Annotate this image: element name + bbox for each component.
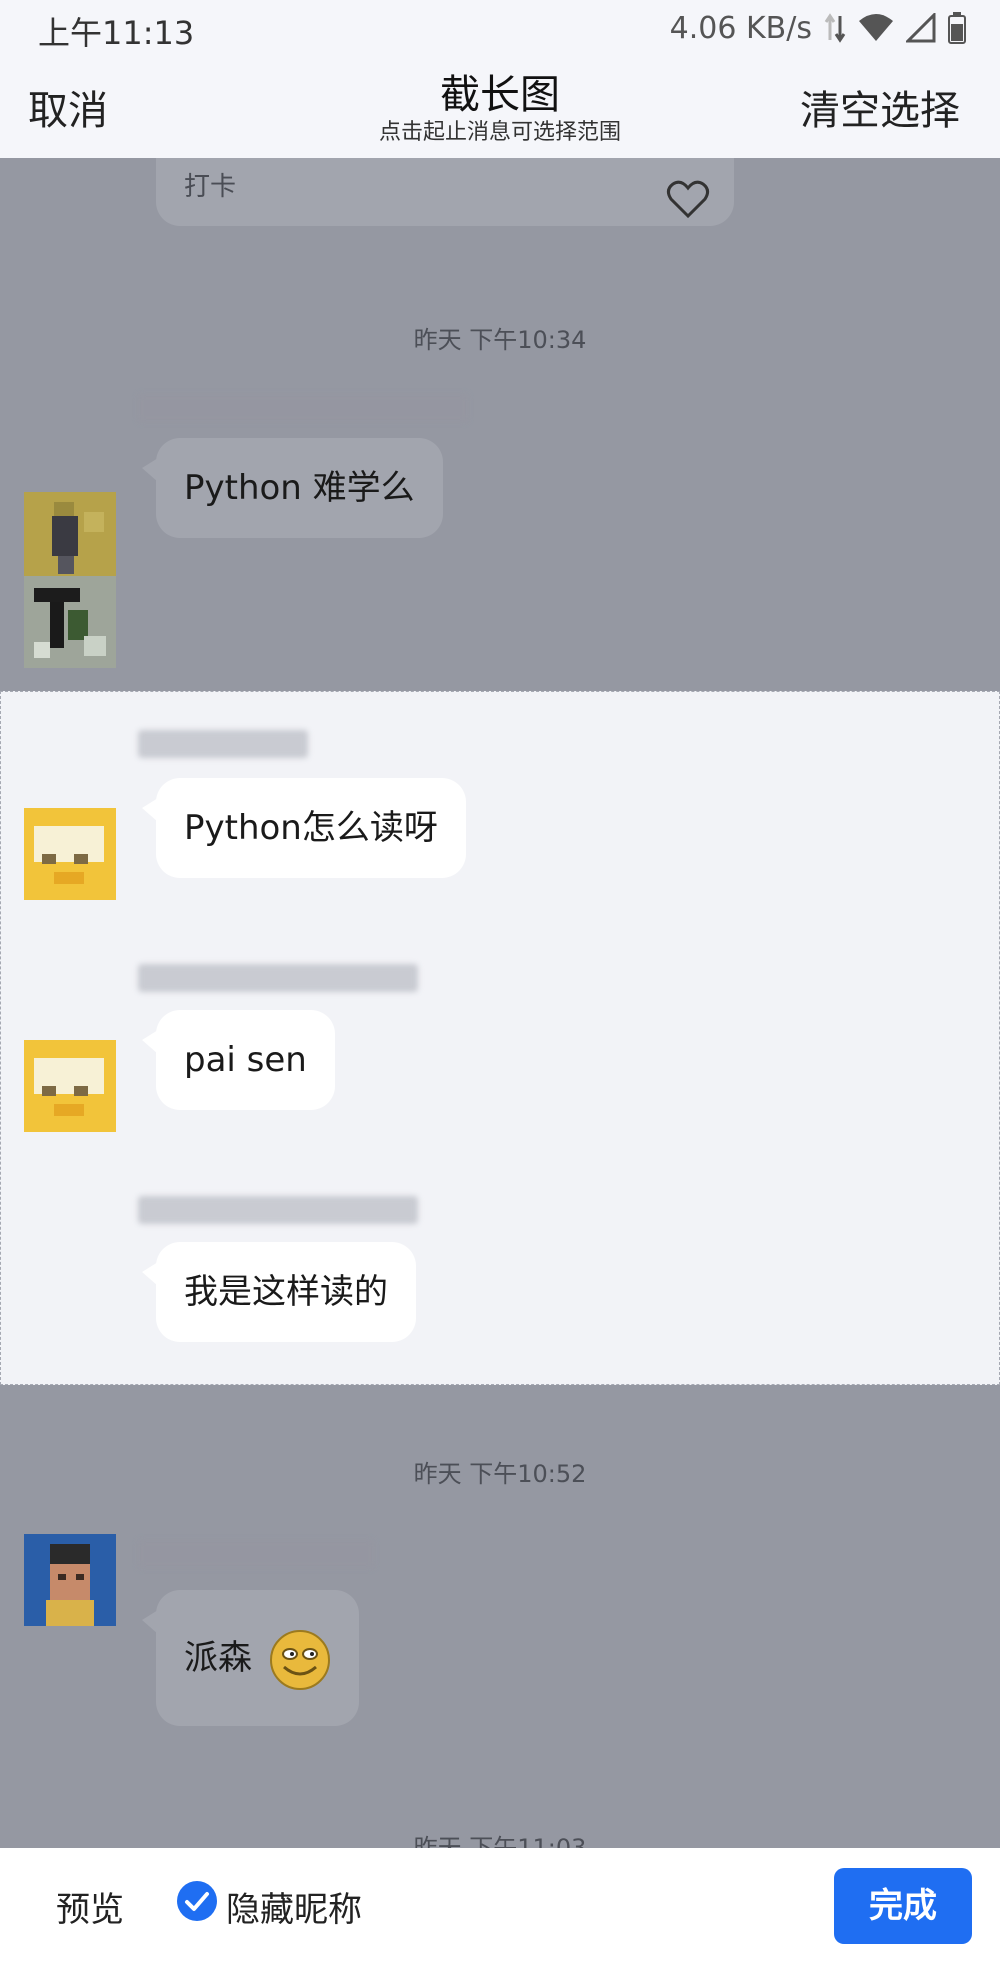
avatar[interactable] [24,1534,116,1626]
card-label: 打卡 [184,172,237,202]
preview-button[interactable]: 预览 [56,1882,124,1931]
nickname-blurred [138,964,418,992]
message-text: 我是这样读的 [184,1272,388,1312]
timestamp: 昨天 下午11:03 [413,1834,587,1848]
nickname-blurred [138,394,468,422]
avatar[interactable] [24,808,116,900]
message-text: Python 难学么 [184,468,415,508]
message-bubble[interactable]: 我是这样读的 [142,1242,416,1342]
message-bubble[interactable]: 派森 [142,1590,359,1726]
nickname-blurred [138,730,308,758]
message-text: pai sen [184,1040,307,1080]
hide-nickname-label[interactable]: 隐藏昵称 [226,1882,362,1931]
nickname-blurred [138,1196,418,1224]
bottom-bar: 预览 隐藏昵称 完成 [0,1848,1000,1962]
message-text: Python怎么读呀 [184,808,438,848]
done-button[interactable]: 完成 [834,1868,972,1944]
signal-icon [906,13,936,43]
grin-emoji-icon [269,1629,330,1690]
checkbox-checked-icon[interactable] [176,1880,218,1922]
nickname-blurred [138,1540,374,1568]
status-time: 上午11:13 [38,14,195,52]
wifi-icon [859,14,893,41]
message-bubble[interactable]: pai sen [142,1010,335,1110]
avatar[interactable] [24,492,116,584]
status-bar: 上午11:13 4.06 KB/s [0,0,1000,56]
battery-icon [948,12,966,44]
message-bubble[interactable]: Python 难学么 [142,438,443,538]
checkin-card[interactable]: 打卡 [156,158,734,226]
timestamp: 昨天 下午10:52 [413,1460,587,1488]
top-bar: 取消 截长图 点击起止消息可选择范围 清空选择 [0,56,1000,158]
net-speed: 4.06 KB/s [669,10,812,46]
message-text: 派森 [184,1638,252,1678]
status-icons: 4.06 KB/s [670,10,966,46]
avatar[interactable] [24,576,116,668]
timestamp: 昨天 下午10:34 [413,326,587,354]
message-bubble[interactable]: Python怎么读呀 [142,778,466,878]
avatar[interactable] [24,1040,116,1132]
clear-selection-button[interactable]: 清空选择 [800,78,960,136]
chat-area[interactable]: 打卡 昨天 下午10:34 Python 难学么 Python怎么读呀 pai … [0,158,1000,1848]
heart-icon[interactable] [666,180,710,220]
data-arrows-icon [824,13,846,43]
